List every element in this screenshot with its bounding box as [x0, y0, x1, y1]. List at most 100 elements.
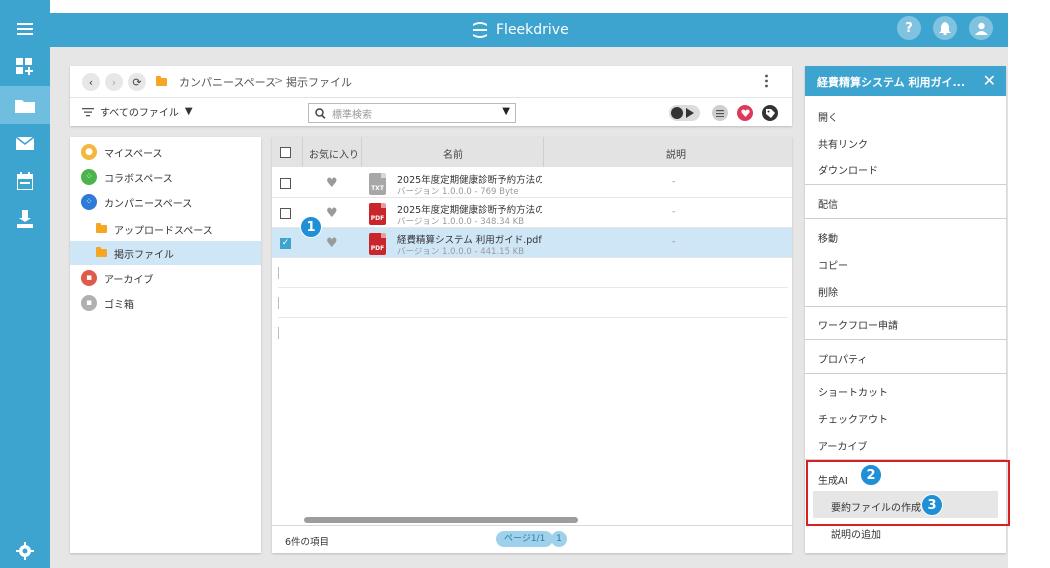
file-description: -	[672, 207, 676, 217]
file-description: -	[672, 237, 676, 247]
menu-item-share-link[interactable]: 共有リンク	[818, 136, 868, 151]
forward-icon[interactable]: ›	[105, 73, 123, 91]
column-divider	[302, 137, 303, 167]
brand-logo: Fleekdrive	[470, 19, 569, 41]
filter-icon	[82, 107, 94, 116]
tree-item-bulletin-files[interactable]: 掲示ファイル	[70, 241, 261, 265]
menu-item-delete[interactable]: 削除	[818, 284, 838, 299]
view-toggle-switch[interactable]	[669, 105, 700, 121]
horizontal-scrollbar[interactable]	[304, 517, 578, 523]
tree-item-archive[interactable]: ▪ アーカイブ	[70, 266, 261, 290]
search-chevron-down-icon[interactable]: ▼	[502, 106, 510, 117]
path-toolbar: ‹ › ⟳ カンパニースペース > 掲示ファイル すべてのファイル ▼ 標準検索…	[70, 66, 792, 126]
tree-item-label: アップロードスペース	[114, 225, 213, 237]
column-divider	[543, 137, 544, 167]
row-checkbox[interactable]	[280, 178, 291, 189]
menu-item-properties[interactable]: プロパティ	[818, 351, 867, 366]
menu-item-archive[interactable]: アーカイブ	[818, 438, 867, 453]
tree-item-label: マイスペース	[104, 148, 163, 160]
menu-item-shortcut[interactable]: ショートカット	[818, 384, 888, 399]
menu-item-distribute[interactable]: 配信	[818, 196, 838, 211]
more-options-icon[interactable]	[765, 73, 768, 88]
column-divider	[361, 137, 362, 167]
fleekdrive-logo-icon	[473, 22, 487, 38]
column-header-name[interactable]: 名前	[443, 146, 463, 161]
column-header-description[interactable]: 説明	[666, 146, 686, 161]
table-row-selected[interactable]: ✓ ♥ PDF 経費精算システム 利用ガイド.pdf バージョン 1.0.0.0…	[272, 228, 792, 258]
menu-item-add-description[interactable]: 説明の追加	[831, 526, 881, 541]
breadcrumb-separator: >	[274, 74, 284, 87]
file-list-header: お気に入り 名前 説明	[272, 137, 792, 167]
menu-item-copy[interactable]: コピー	[818, 257, 848, 272]
empty-row-marker	[278, 327, 279, 339]
row-divider	[278, 287, 788, 288]
row-checkbox[interactable]	[280, 208, 291, 219]
menu-item-workflow[interactable]: ワークフロー申請	[818, 317, 898, 332]
file-list-footer: 6件の項目 ページ1/1 1	[272, 525, 792, 553]
file-filter-dropdown[interactable]: すべてのファイル ▼	[82, 104, 193, 119]
menu-icon[interactable]	[0, 10, 50, 48]
folder-icon[interactable]	[0, 86, 50, 124]
favorite-heart-icon[interactable]: ♥	[326, 206, 338, 221]
trash-icon: ▪	[81, 295, 97, 311]
file-version: バージョン 1.0.0.0 - 769 Byte	[397, 187, 519, 197]
breadcrumb-company-space[interactable]: カンパニースペース	[179, 74, 276, 90]
folder-icon	[96, 223, 107, 233]
favorite-heart-icon[interactable]: ♥	[326, 176, 338, 191]
tree-item-label: カンパニースペース	[104, 198, 193, 210]
toolbar-divider	[70, 97, 792, 98]
search-input[interactable]: 標準検索 ▼	[308, 103, 516, 123]
favorite-filter-icon[interactable]	[737, 105, 753, 121]
help-icon[interactable]: ?	[897, 16, 921, 40]
page-indicator[interactable]: ページ1/1	[496, 531, 554, 547]
close-icon[interactable]: ✕	[983, 71, 996, 90]
refresh-icon[interactable]: ⟳	[128, 73, 146, 91]
brand-name: Fleekdrive	[496, 22, 569, 38]
file-name[interactable]: 経費精算システム 利用ガイド.pdf	[397, 232, 542, 246]
folder-icon	[96, 247, 107, 257]
step-callout-1: 1	[300, 216, 322, 238]
tree-item-label: ゴミ箱	[104, 299, 134, 311]
dashboard-icon[interactable]	[0, 48, 50, 86]
menu-divider	[805, 218, 1006, 219]
upload-icon[interactable]	[0, 200, 50, 238]
tree-item-collab-space[interactable]: ⁘ コラボスペース	[70, 165, 261, 189]
search-icon	[315, 107, 326, 119]
tag-filter-icon[interactable]	[762, 105, 778, 121]
mail-icon[interactable]	[0, 124, 50, 162]
tree-item-my-space[interactable]: ● マイスペース	[70, 140, 261, 164]
row-divider	[278, 317, 788, 318]
step-callout-3: 3	[921, 494, 943, 516]
highlight-box	[806, 460, 1010, 526]
column-header-favorite[interactable]: お気に入り	[309, 146, 359, 161]
group-icon: ⁘	[81, 169, 97, 185]
table-row[interactable]: ♥ TXT 2025年度定期健康診断予約方法のお バージョン 1.0.0.0 -…	[272, 168, 792, 198]
row-checkbox-checked[interactable]: ✓	[280, 238, 291, 249]
menu-item-open[interactable]: 開く	[818, 109, 838, 124]
favorite-heart-icon[interactable]: ♥	[326, 236, 338, 251]
menu-item-checkout[interactable]: チェックアウト	[818, 411, 888, 426]
left-rail	[0, 0, 50, 568]
menu-divider	[805, 306, 1006, 307]
empty-row-marker	[278, 267, 279, 279]
page-number-button[interactable]: 1	[551, 531, 567, 547]
tree-item-upload-space[interactable]: アップロードスペース	[70, 217, 261, 241]
table-row[interactable]: ♥ PDF 2025年度定期健康診断予約方法のお バージョン 1.0.0.0 -…	[272, 198, 792, 228]
menu-item-move[interactable]: 移動	[818, 230, 838, 245]
file-name[interactable]: 2025年度定期健康診断予約方法のお	[397, 202, 542, 216]
search-placeholder: 標準検索	[332, 109, 372, 121]
select-all-checkbox[interactable]	[280, 147, 291, 158]
step-callout-2: 2	[860, 464, 882, 486]
menu-item-download[interactable]: ダウンロード	[818, 162, 878, 177]
tree-item-company-space[interactable]: ⁘ カンパニースペース	[70, 190, 261, 214]
file-list: お気に入り 名前 説明 ♥ TXT 2025年度定期健康診断予約方法のお バージ…	[272, 137, 792, 553]
tree-item-trash[interactable]: ▪ ゴミ箱	[70, 291, 261, 315]
list-view-icon[interactable]	[712, 105, 728, 121]
file-version: バージョン 1.0.0.0 - 348.34 KB	[397, 217, 525, 227]
user-avatar-icon[interactable]	[969, 16, 993, 40]
notification-bell-icon[interactable]	[933, 16, 957, 40]
file-name[interactable]: 2025年度定期健康診断予約方法のお	[397, 172, 542, 186]
settings-icon[interactable]	[0, 532, 50, 568]
calendar-icon[interactable]	[0, 162, 50, 200]
back-icon[interactable]: ‹	[82, 73, 100, 91]
